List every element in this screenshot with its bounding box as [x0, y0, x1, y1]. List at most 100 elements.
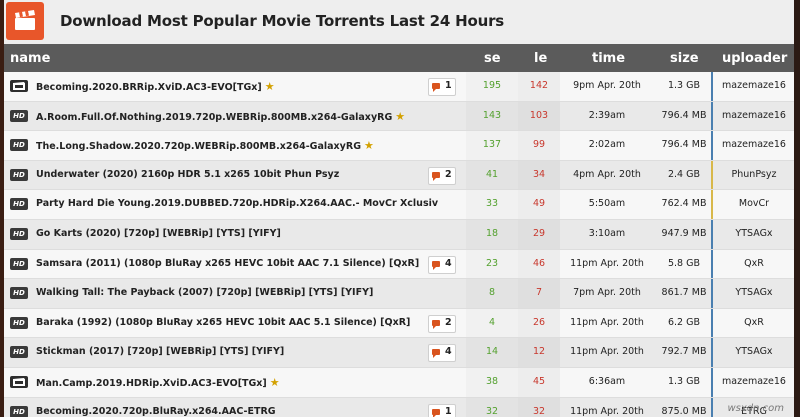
- torrent-name-link[interactable]: Party Hard Die Young.2019.DUBBED.720p.HD…: [36, 198, 438, 209]
- uploader-link[interactable]: mazemaze16: [714, 80, 794, 91]
- table-row[interactable]: HD Party Hard Die Young.2019.DUBBED.720p.…: [4, 190, 794, 220]
- comments-badge[interactable]: 4: [428, 255, 456, 274]
- torrent-name[interactable]: The.Long.Shadow.2020.720p.WEBRip.800MB.x…: [36, 141, 361, 152]
- torrent-name-link[interactable]: Baraka (1992) (1080p BluRay x265 HEVC 10…: [36, 317, 410, 328]
- hd-category-icon[interactable]: HD: [10, 227, 28, 240]
- torrent-name-link[interactable]: Man.Camp.2019.HDRip.XviD.AC3-EVO[TGx] ★: [36, 376, 280, 389]
- torrent-name-link[interactable]: Walking Tall: The Payback (2007) [720p] …: [36, 287, 373, 298]
- comments-badge[interactable]: 2: [428, 314, 456, 333]
- comments-badge[interactable]: 1: [428, 78, 456, 96]
- torrent-name[interactable]: Baraka (1992) (1080p BluRay x265 HEVC 10…: [36, 317, 410, 328]
- uploader-link[interactable]: mazemaze16: [714, 110, 794, 121]
- film-category-icon[interactable]: [10, 375, 28, 388]
- table-row[interactable]: Becoming.2020.BRRip.XviD.AC3-EVO[TGx] ★ 1 1…: [4, 72, 794, 102]
- upload-time: 11pm Apr. 20th: [570, 346, 644, 358]
- comments-count: 1: [445, 80, 452, 91]
- comment-icon: [432, 260, 440, 270]
- torrent-name[interactable]: Party Hard Die Young.2019.DUBBED.720p.HD…: [36, 198, 438, 209]
- comments-count: 4: [445, 346, 452, 358]
- seeders-count: 195: [482, 80, 502, 91]
- column-header-time[interactable]: time: [592, 51, 625, 66]
- uploader-link[interactable]: PhunPsyz: [714, 169, 794, 180]
- torrent-name-link[interactable]: Becoming.2020.BRRip.XviD.AC3-EVO[TGx] ★: [36, 80, 275, 93]
- torrent-name[interactable]: Stickman (2017) [720p] [WEBRip] [YTS] [Y…: [36, 346, 284, 357]
- torrent-table: Becoming.2020.BRRip.XviD.AC3-EVO[TGx] ★ 1 1…: [4, 72, 794, 417]
- right-background-strip: [794, 0, 800, 417]
- column-header-size[interactable]: size: [670, 51, 699, 66]
- column-header-leechers[interactable]: le: [534, 51, 547, 66]
- star-icon: ★: [364, 139, 374, 153]
- column-header-uploader[interactable]: uploader: [722, 51, 787, 66]
- comments-badge[interactable]: 2: [428, 166, 456, 185]
- uploader-link[interactable]: YTSAGx: [714, 287, 794, 298]
- watermark: wsxdn.com: [727, 403, 784, 414]
- uploader-link[interactable]: QxR: [714, 317, 794, 328]
- torrent-name[interactable]: Underwater (2020) 2160p HDR 5.1 x265 10b…: [36, 169, 339, 180]
- hd-category-icon[interactable]: HD: [10, 346, 28, 359]
- table-row[interactable]: HD Samsara (2011) (1080p BluRay x265 HEVC…: [4, 249, 794, 280]
- hd-category-icon[interactable]: HD: [10, 405, 28, 417]
- uploader-status-bar: [711, 279, 713, 308]
- comments-count: 2: [445, 316, 452, 328]
- upload-time: 2:39am: [588, 109, 626, 121]
- table-row[interactable]: HD Walking Tall: The Payback (2007) [720p…: [4, 279, 794, 309]
- table-row[interactable]: HD A.Room.Full.Of.Nothing.2019.720p.WEBRi…: [4, 101, 794, 132]
- hd-category-icon[interactable]: HD: [10, 198, 28, 211]
- leechers-count: 12: [532, 346, 546, 358]
- table-row[interactable]: HD The.Long.Shadow.2020.720p.WEBRip.800MB…: [4, 131, 794, 161]
- comments-badge[interactable]: 4: [428, 344, 456, 363]
- comment-icon: [432, 408, 440, 417]
- leechers-count: 99: [532, 139, 546, 151]
- torrent-name[interactable]: Man.Camp.2019.HDRip.XviD.AC3-EVO[TGx]: [36, 378, 267, 389]
- torrent-name[interactable]: Becoming.2020.BRRip.XviD.AC3-EVO[TGx]: [36, 82, 262, 93]
- uploader-link[interactable]: MovCr: [714, 198, 794, 209]
- table-row[interactable]: HD Baraka (1992) (1080p BluRay x265 HEVC …: [4, 308, 794, 339]
- leechers-count: 34: [532, 168, 546, 180]
- comments-badge[interactable]: 1: [428, 403, 456, 417]
- hd-category-icon[interactable]: HD: [10, 316, 28, 329]
- torrent-name[interactable]: Go Karts (2020) [720p] [WEBRip] [YTS] [Y…: [36, 228, 281, 239]
- upload-time: 11pm Apr. 20th: [570, 257, 644, 269]
- hd-category-icon[interactable]: HD: [10, 168, 28, 181]
- torrent-name[interactable]: A.Room.Full.Of.Nothing.2019.720p.WEBRip.…: [36, 112, 392, 123]
- uploader-link[interactable]: mazemaze16: [714, 376, 794, 387]
- torrent-name-link[interactable]: Go Karts (2020) [720p] [WEBRip] [YTS] [Y…: [36, 228, 281, 239]
- table-row[interactable]: HD Underwater (2020) 2160p HDR 5.1 x265 1…: [4, 160, 794, 191]
- comment-icon: [432, 319, 440, 329]
- table-row[interactable]: HD Stickman (2017) [720p] [WEBRip] [YTS] …: [4, 338, 794, 368]
- leechers-count: 142: [529, 80, 549, 91]
- page-title: Download Most Popular Movie Torrents Las…: [60, 12, 504, 30]
- torrent-name[interactable]: Becoming.2020.720p.BluRay.x264.AAC-ETRG: [36, 406, 276, 417]
- film-category-icon[interactable]: [10, 80, 28, 92]
- torrent-name[interactable]: Samsara (2011) (1080p BluRay x265 HEVC 1…: [36, 258, 419, 269]
- upload-time: 7pm Apr. 20th: [573, 287, 641, 299]
- comments-count: 1: [445, 405, 452, 417]
- file-size: 875.0 MB: [661, 405, 707, 417]
- torrent-name-link[interactable]: A.Room.Full.Of.Nothing.2019.720p.WEBRip.…: [36, 110, 405, 123]
- torrent-name-link[interactable]: The.Long.Shadow.2020.720p.WEBRip.800MB.x…: [36, 139, 374, 152]
- column-header-seeders[interactable]: se: [484, 51, 501, 66]
- uploader-link[interactable]: mazemaze16: [714, 139, 794, 150]
- file-size: 5.8 GB: [667, 257, 700, 269]
- uploader-link[interactable]: YTSAGx: [714, 346, 794, 357]
- torrent-name-link[interactable]: Samsara (2011) (1080p BluRay x265 HEVC 1…: [36, 258, 419, 269]
- table-row[interactable]: HD Go Karts (2020) [720p] [WEBRip] [YTS] …: [4, 219, 794, 250]
- hd-category-icon[interactable]: HD: [10, 139, 28, 152]
- hd-category-icon[interactable]: HD: [10, 287, 28, 300]
- column-header-name[interactable]: name: [10, 51, 50, 66]
- torrent-name-link[interactable]: Underwater (2020) 2160p HDR 5.1 x265 10b…: [36, 169, 339, 180]
- torrent-name-link[interactable]: Stickman (2017) [720p] [WEBRip] [YTS] [Y…: [36, 346, 284, 357]
- leechers-count: 46: [532, 257, 546, 269]
- table-row[interactable]: Man.Camp.2019.HDRip.XviD.AC3-EVO[TGx] ★ 38…: [4, 367, 794, 398]
- torrent-name-link[interactable]: Becoming.2020.720p.BluRay.x264.AAC-ETRG: [36, 406, 276, 417]
- upload-time: 6:36am: [588, 375, 626, 387]
- leechers-count: 103: [529, 109, 549, 121]
- hd-category-icon[interactable]: HD: [10, 257, 28, 270]
- file-size: 947.9 MB: [661, 227, 707, 239]
- uploader-link[interactable]: QxR: [714, 258, 794, 269]
- table-row[interactable]: HD Becoming.2020.720p.BluRay.x264.AAC-ETR…: [4, 397, 794, 417]
- hd-category-icon[interactable]: HD: [10, 109, 28, 122]
- torrent-name[interactable]: Walking Tall: The Payback (2007) [720p] …: [36, 287, 373, 298]
- leechers-count: 32: [532, 405, 546, 417]
- uploader-link[interactable]: YTSAGx: [714, 228, 794, 239]
